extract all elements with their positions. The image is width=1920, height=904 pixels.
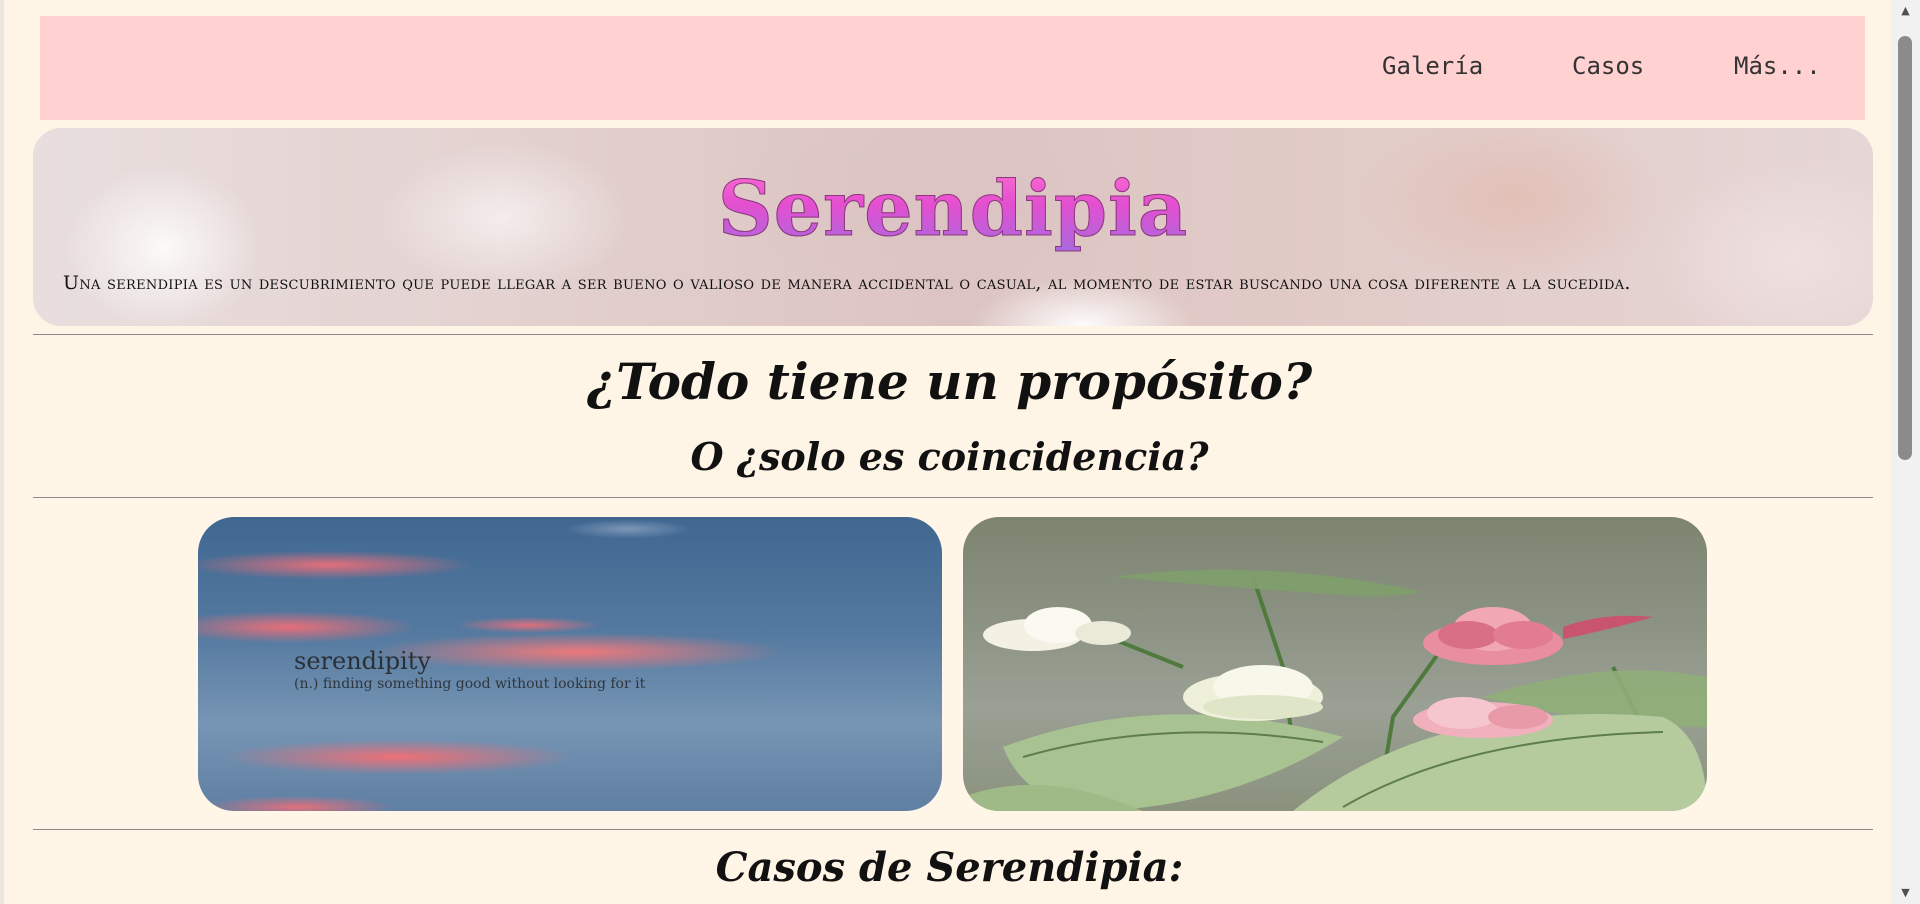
cases-heading: Casos de Serendipia: bbox=[715, 844, 1184, 891]
serendipity-sky-photo: serendipity (n.) finding something good … bbox=[198, 517, 942, 811]
page: Galería Casos Más... Serendipia Una sere… bbox=[0, 0, 1891, 904]
top-navbar: Galería Casos Más... bbox=[40, 16, 1865, 120]
scroll-down-arrow-icon[interactable]: ▼ bbox=[1891, 882, 1920, 904]
purpose-heading: ¿Todo tiene un propósito? bbox=[586, 352, 1313, 411]
nav-link-galeria[interactable]: Galería bbox=[1382, 52, 1483, 80]
site-title: Serendipia bbox=[33, 164, 1873, 254]
divider bbox=[33, 334, 1873, 335]
flower-illustration bbox=[963, 569, 1707, 811]
nav-link-casos[interactable]: Casos bbox=[1572, 52, 1644, 80]
serendipity-word: serendipity bbox=[294, 647, 431, 675]
coincidence-subheading: O ¿solo es coincidencia? bbox=[690, 434, 1209, 479]
serendipity-definition: (n.) finding something good without look… bbox=[294, 676, 646, 692]
scroll-up-arrow-icon[interactable]: ▲ bbox=[1891, 0, 1920, 22]
hero-description: Una serendipia es un descubrimiento que … bbox=[63, 272, 1631, 294]
divider bbox=[33, 829, 1873, 830]
scroll-thumb[interactable] bbox=[1898, 36, 1912, 460]
nav-link-mas[interactable]: Más... bbox=[1734, 52, 1821, 80]
vertical-scrollbar[interactable]: ▲ ▼ bbox=[1891, 0, 1920, 904]
hero-banner: Serendipia Una serendipia es un descubri… bbox=[33, 128, 1873, 326]
flower-photo bbox=[963, 517, 1707, 811]
